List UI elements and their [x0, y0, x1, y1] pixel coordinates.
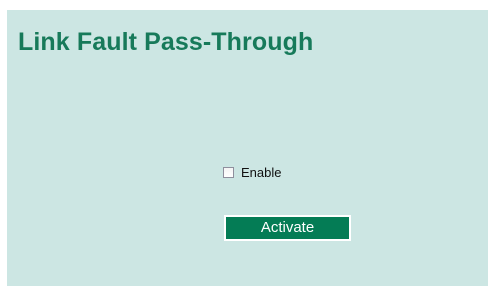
enable-checkbox[interactable] — [223, 166, 234, 178]
settings-panel: Link Fault Pass-Through Enable Activate — [7, 10, 488, 286]
page-title: Link Fault Pass-Through — [18, 28, 314, 56]
activate-button[interactable]: Activate — [224, 215, 351, 241]
enable-option[interactable]: Enable — [223, 163, 281, 181]
enable-label[interactable]: Enable — [241, 165, 281, 180]
